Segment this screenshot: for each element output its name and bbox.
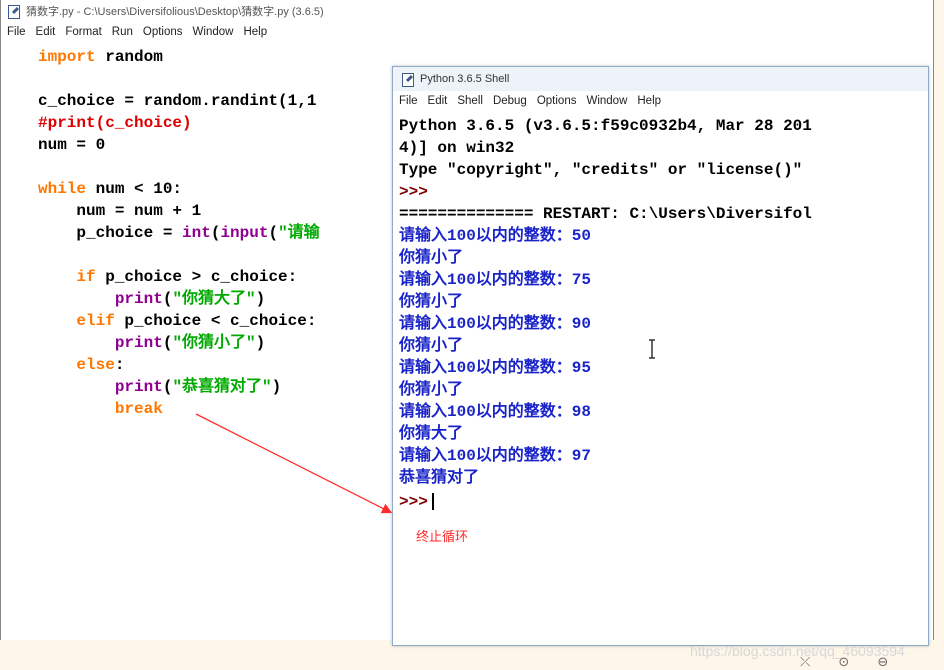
- bottom-toolbar: ⤫ ⊙ ⊖: [800, 654, 888, 670]
- annotation-label: 终止循环: [416, 529, 469, 544]
- target-icon[interactable]: ⊙: [838, 654, 849, 670]
- expand-icon[interactable]: ⤫: [800, 654, 810, 670]
- zoom-out-icon[interactable]: ⊖: [877, 654, 888, 670]
- annotation-arrow: [195, 413, 393, 514]
